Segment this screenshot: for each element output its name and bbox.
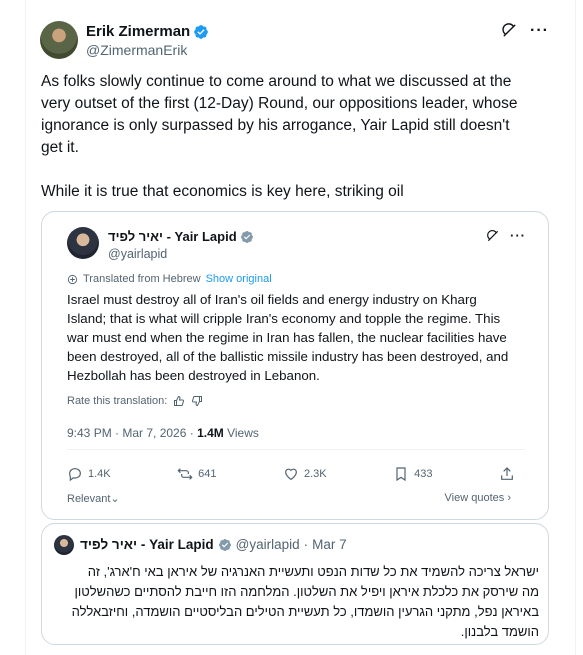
verified-gray-badge-icon	[240, 230, 253, 243]
embedded-header: יאיר לפיד - Yair Lapid @yairlapid · Mar …	[80, 537, 347, 552]
like-count: 2.3K	[304, 468, 327, 480]
avatar[interactable]	[40, 21, 78, 59]
timestamp[interactable]: 9:43 PM · Mar 7, 2026 ·	[67, 426, 197, 440]
quoted-author-display-name[interactable]: יאיר לפיד - Yair Lapid	[108, 228, 237, 245]
timestamp-row[interactable]: 9:43 PM · Mar 7, 2026 · 1.4M Views	[67, 426, 259, 440]
quoted-author-handle[interactable]: @yairlapid	[108, 246, 254, 262]
chevron-down-icon: ⌄	[110, 493, 120, 505]
sort-relevant-dropdown[interactable]: Relevant⌄	[67, 492, 120, 505]
views-label: Views	[223, 426, 259, 440]
bookmark-count: 433	[414, 468, 433, 480]
translated-from-label: Translated from Hebrew	[83, 273, 201, 285]
embedded-post[interactable]: יאיר לפיד - Yair Lapid @yairlapid · Mar …	[41, 523, 549, 645]
grok-icon[interactable]	[486, 229, 500, 243]
relevant-label[interactable]: Relevant	[67, 493, 110, 505]
verified-badge-icon	[194, 24, 209, 39]
thumbs-down-icon[interactable]	[191, 395, 203, 407]
rate-translation: Rate this translation:	[67, 395, 203, 407]
divider	[67, 449, 525, 450]
engagement-bar: 1.4K 641 2.3K 433	[67, 466, 515, 482]
view-quotes-link[interactable]: View quotes ›	[445, 492, 511, 504]
bookmark-icon	[396, 467, 406, 482]
quoted-post[interactable]: יאיר לפיד - Yair Lapid @yairlapid ··· Tr…	[41, 211, 549, 520]
grok-icon[interactable]	[501, 22, 518, 39]
rate-translation-label: Rate this translation:	[67, 395, 168, 407]
more-options-icon[interactable]: ···	[530, 22, 549, 39]
repost-icon	[177, 468, 193, 480]
thumbs-up-icon[interactable]	[173, 395, 185, 407]
post-paragraph: While it is true that economics is key h…	[41, 183, 404, 200]
embedded-avatar[interactable]	[54, 535, 74, 555]
quoted-author-name-row[interactable]: יאיר לפיד - Yair Lapid	[108, 228, 254, 245]
quoted-post-text: Israel must destroy all of Iran's oil fi…	[67, 292, 509, 383]
author-display-name[interactable]: Erik Zimerman	[86, 22, 190, 41]
author-handle[interactable]: @ZimermanErik	[86, 41, 209, 59]
chevron-right-icon: ›	[507, 492, 511, 504]
post-header-actions: ···	[501, 22, 549, 39]
verified-gray-badge-icon	[218, 538, 231, 551]
post-paragraph: As folks slowly continue to come around …	[41, 73, 518, 156]
repost-button[interactable]: 641	[177, 466, 217, 482]
bookmark-button[interactable]: 433	[393, 466, 433, 482]
quoted-avatar[interactable]	[67, 227, 99, 259]
author-name-row[interactable]: Erik Zimerman	[86, 22, 209, 41]
like-button[interactable]: 2.3K	[283, 466, 327, 482]
reply-icon	[69, 468, 81, 482]
embedded-author-handle[interactable]: @yairlapid	[236, 537, 300, 552]
separator-dot: ·	[303, 537, 309, 552]
views-count: 1.4M	[197, 426, 224, 440]
author-block[interactable]: Erik Zimerman @ZimermanErik	[86, 22, 209, 59]
reply-button[interactable]: 1.4K	[67, 466, 111, 482]
embedded-author-name[interactable]: יאיר לפיד - Yair Lapid	[80, 537, 214, 552]
post-body: As folks slowly continue to come around …	[41, 71, 529, 203]
embedded-post-text: ישראל צריכה להשמיד את כל שדות הנפט ותעשי…	[71, 564, 539, 639]
show-original-link[interactable]: Show original	[206, 273, 272, 285]
reply-count: 1.4K	[88, 468, 111, 480]
more-options-icon[interactable]: ···	[510, 228, 526, 244]
share-button[interactable]	[499, 466, 515, 482]
embedded-date[interactable]: Mar 7	[312, 537, 347, 552]
share-icon	[501, 467, 513, 480]
quoted-author-block[interactable]: יאיר לפיד - Yair Lapid @yairlapid	[108, 228, 254, 262]
view-quotes-label[interactable]: View quotes	[445, 492, 505, 504]
quoted-header-actions: ···	[486, 228, 526, 244]
translation-notice: Translated from Hebrew Show original	[67, 273, 272, 285]
heart-icon	[285, 468, 297, 481]
repost-count: 641	[198, 468, 217, 480]
translate-icon	[67, 274, 78, 284]
